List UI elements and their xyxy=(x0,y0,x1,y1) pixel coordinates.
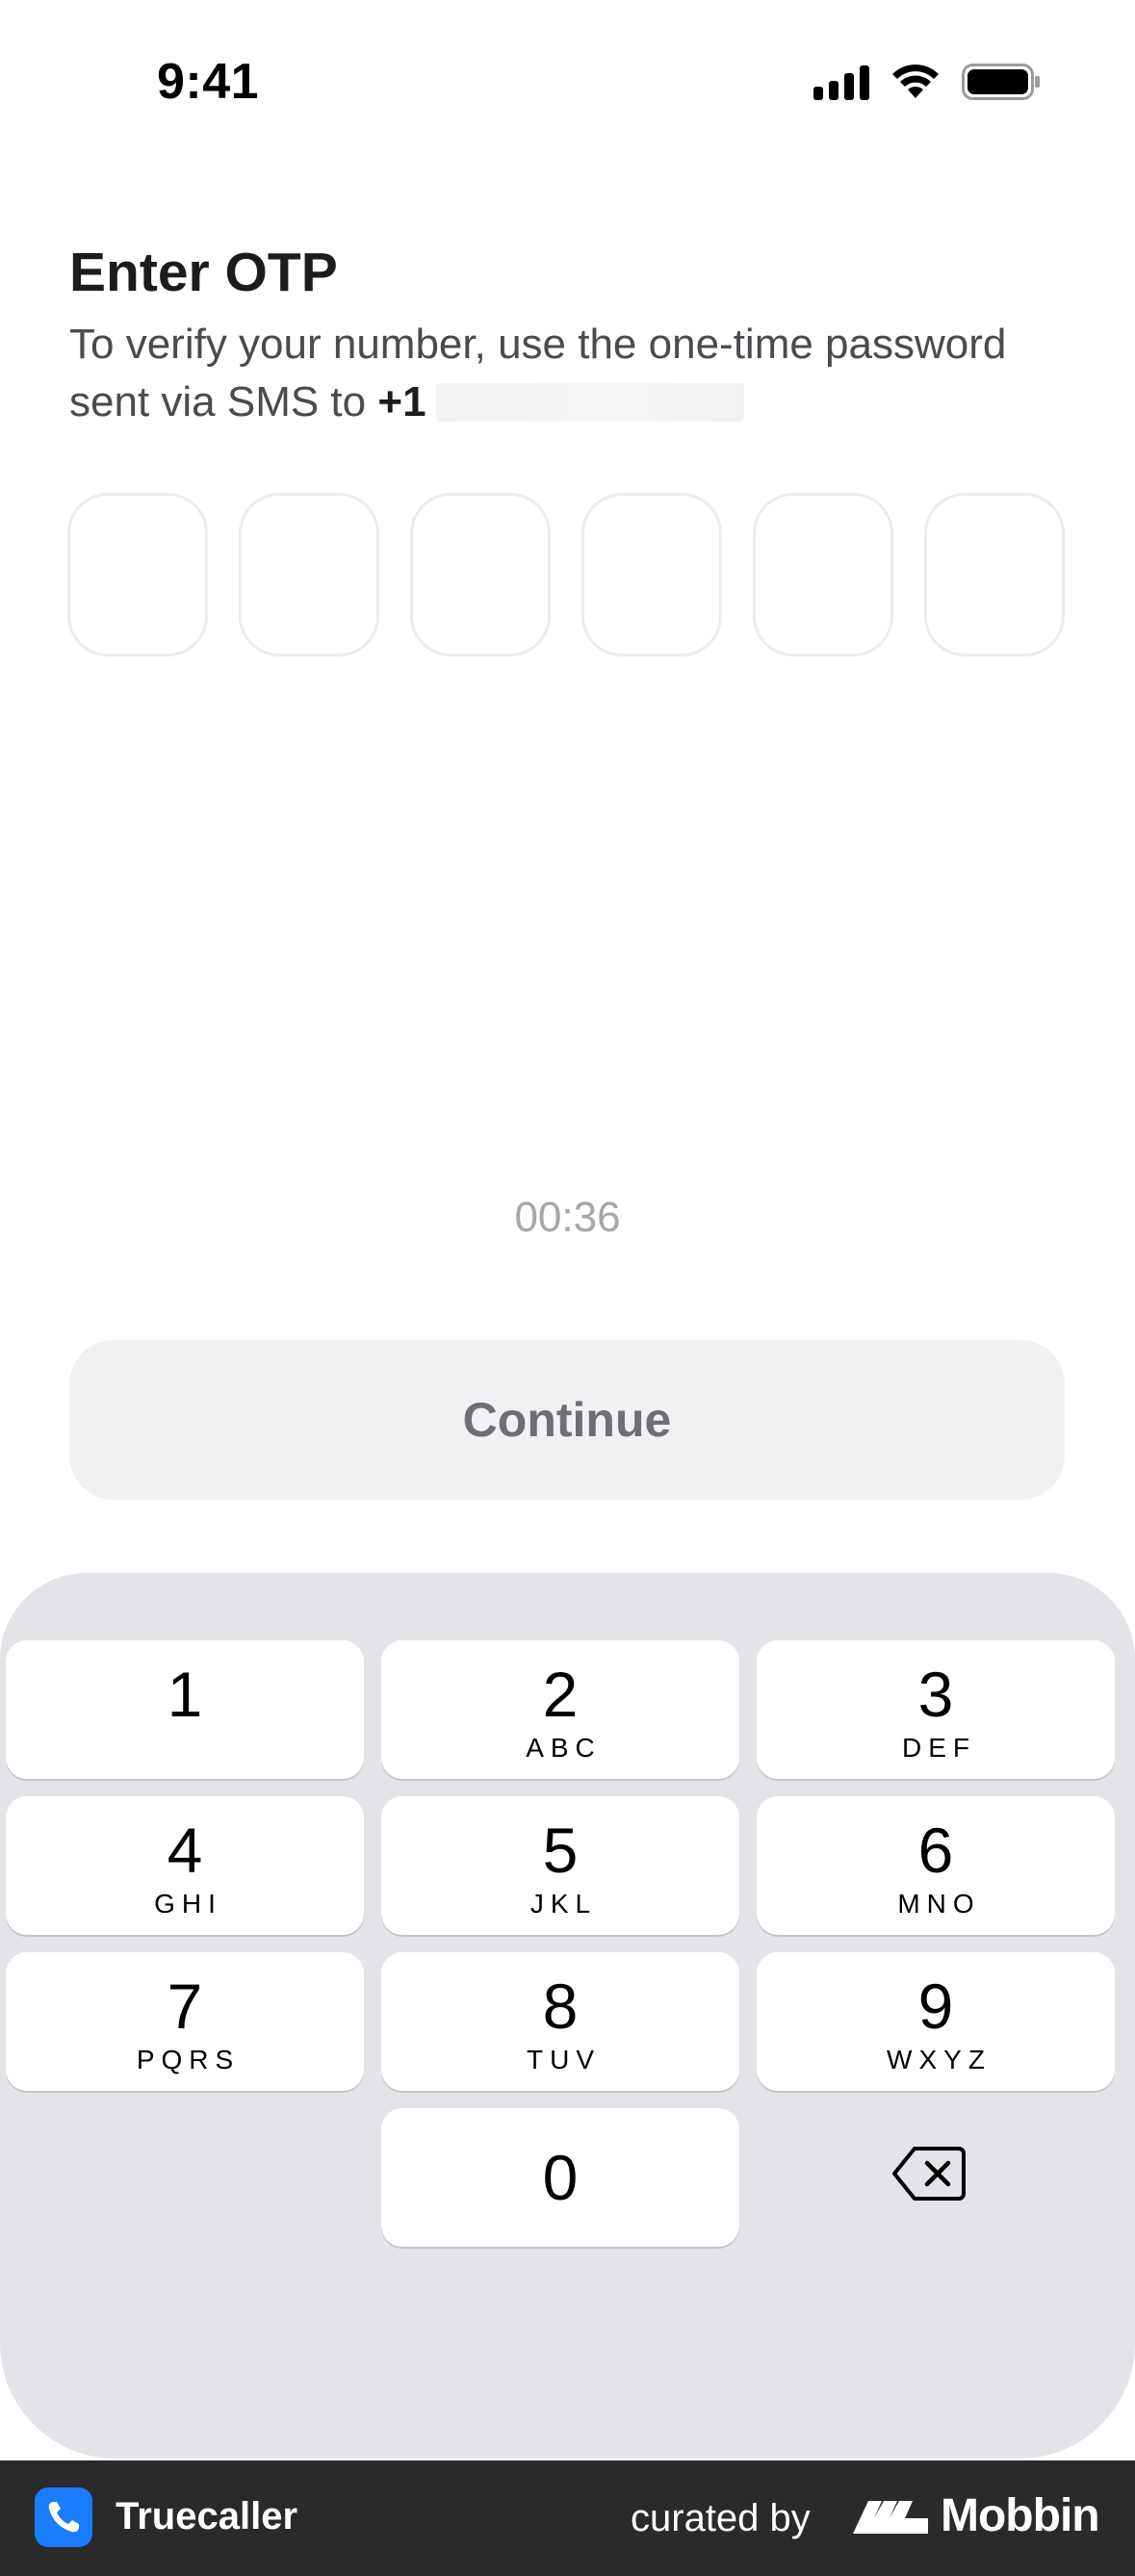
key-letters: GHI xyxy=(154,1889,222,1919)
wifi-icon xyxy=(890,64,941,100)
status-time: 9:41 xyxy=(157,54,260,110)
key-digit: 0 xyxy=(542,2142,579,2213)
keypad-key-4[interactable]: 4 GHI xyxy=(6,1796,364,1935)
status-bar: 9:41 xyxy=(0,0,1135,164)
otp-digit-box-6[interactable] xyxy=(924,493,1065,657)
keypad-key-8[interactable]: 8 TUV xyxy=(381,1952,739,2091)
page-title: Enter OTP xyxy=(69,242,338,303)
keypad-key-0[interactable]: 0 xyxy=(381,2108,739,2247)
key-letters: PQRS xyxy=(136,2045,241,2074)
masked-phone-number xyxy=(435,383,744,422)
battery-icon xyxy=(962,64,1041,100)
key-digit: 4 xyxy=(167,1815,203,1886)
key-letters: TUV xyxy=(527,2045,601,2074)
mobbin-logo-icon xyxy=(851,2497,930,2536)
keypad-key-1[interactable]: 1 xyxy=(6,1640,364,1779)
keypad-key-2[interactable]: 2 ABC xyxy=(381,1640,739,1779)
key-digit: 9 xyxy=(917,1971,954,2042)
subtitle-line-2: sent via SMS to +1 xyxy=(69,374,1080,431)
key-digit: 1 xyxy=(167,1659,203,1730)
continue-button[interactable]: Continue xyxy=(69,1340,1065,1500)
page-subtitle: To verify your number, use the one-time … xyxy=(69,316,1080,431)
curated-by-label: curated by xyxy=(631,2497,811,2539)
otp-digit-box-1[interactable] xyxy=(67,493,208,657)
key-digit: 8 xyxy=(542,1971,579,2042)
otp-digit-box-2[interactable] xyxy=(239,493,379,657)
status-icons xyxy=(813,64,1041,100)
keypad-key-9[interactable]: 9 WXYZ xyxy=(757,1952,1115,2091)
key-letters: MNO xyxy=(897,1889,981,1919)
key-letters: JKL xyxy=(529,1889,598,1919)
otp-digit-box-4[interactable] xyxy=(581,493,722,657)
app-name: Truecaller xyxy=(116,2495,298,2537)
subtitle-line-1: To verify your number, use the one-time … xyxy=(69,321,1007,368)
delete-left-icon[interactable] xyxy=(890,2143,967,2204)
truecaller-logo-icon xyxy=(35,2487,92,2547)
key-digit: 7 xyxy=(167,1971,203,2042)
otp-digit-box-3[interactable] xyxy=(410,493,551,657)
keypad-key-5[interactable]: 5 JKL xyxy=(381,1796,739,1935)
country-code: +1 xyxy=(377,378,426,425)
key-letters: ABC xyxy=(526,1733,602,1763)
key-digit: 6 xyxy=(917,1815,954,1886)
otp-input-row xyxy=(67,493,1065,657)
mobbin-brand-name: Mobbin xyxy=(941,2490,1100,2541)
otp-digit-box-5[interactable] xyxy=(753,493,893,657)
key-digit: 2 xyxy=(542,1659,579,1730)
keypad-key-7[interactable]: 7 PQRS xyxy=(6,1952,364,2091)
attribution-footer: Truecaller curated by Mobbin xyxy=(0,2460,1135,2576)
key-letters: WXYZ xyxy=(887,2045,992,2074)
resend-timer: 00:36 xyxy=(514,1194,621,1241)
key-digit: 5 xyxy=(542,1815,579,1886)
key-letters: DEF xyxy=(902,1733,976,1763)
keypad-key-6[interactable]: 6 MNO xyxy=(757,1796,1115,1935)
keypad-key-3[interactable]: 3 DEF xyxy=(757,1640,1115,1779)
cellular-signal-icon xyxy=(813,64,869,100)
subtitle-prefix: sent via SMS to xyxy=(69,378,367,425)
key-digit: 3 xyxy=(917,1659,954,1730)
